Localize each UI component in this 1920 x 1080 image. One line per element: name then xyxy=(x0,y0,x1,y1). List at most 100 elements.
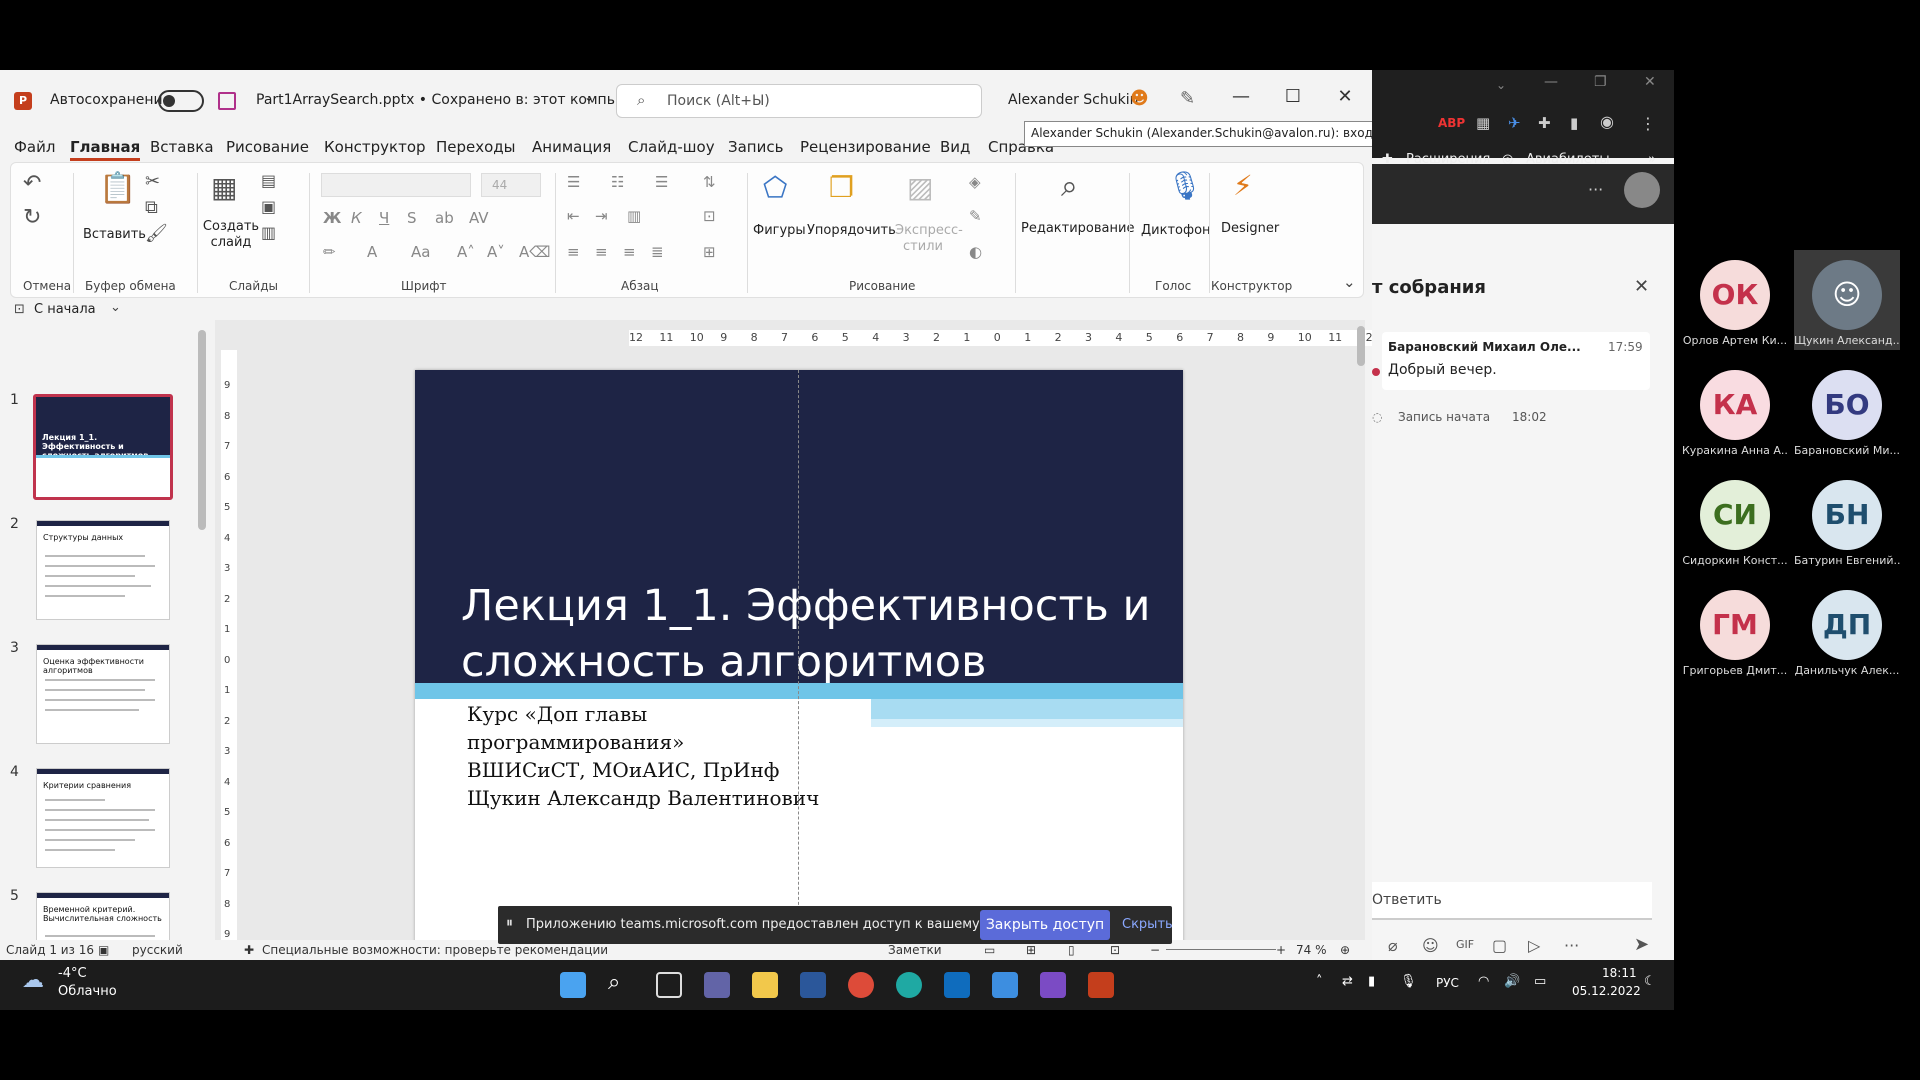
notepad-icon[interactable] xyxy=(992,972,1018,998)
new-slide-button[interactable]: Создать слайд xyxy=(201,219,261,251)
menu-animations[interactable]: Анимация xyxy=(532,138,611,156)
minimize-icon[interactable]: — xyxy=(1544,74,1558,90)
bold-icon[interactable]: Ж xyxy=(323,209,341,227)
section-icon[interactable]: ▥ xyxy=(261,223,276,242)
shadow-icon[interactable]: S xyxy=(407,209,417,227)
clock-time[interactable]: 18:11 xyxy=(1602,966,1637,980)
weather-desc[interactable]: Облачно xyxy=(58,984,117,999)
increase-indent-icon[interactable]: ⇥ xyxy=(595,207,608,225)
font-family-select[interactable] xyxy=(321,173,471,197)
editing-button[interactable]: Редактирование xyxy=(1021,221,1134,236)
shape-fill-icon[interactable]: ◈ xyxy=(969,173,981,191)
italic-icon[interactable]: К xyxy=(351,209,362,227)
close-icon[interactable]: ✕ xyxy=(1330,86,1360,114)
gif-icon[interactable]: GIF xyxy=(1456,938,1474,951)
zoom-slider[interactable] xyxy=(1166,949,1276,950)
layout-icon[interactable]: ▤ xyxy=(261,171,276,190)
tab-dropdown-icon[interactable]: ⌄ xyxy=(1496,78,1506,92)
dictate-button[interactable]: Диктофон xyxy=(1141,223,1211,238)
minimize-icon[interactable]: — xyxy=(1226,86,1256,114)
designer-button[interactable]: Designer xyxy=(1221,221,1279,236)
align-right-icon[interactable]: ≡ xyxy=(623,243,636,261)
thumbnail-slide-4[interactable]: Критерии сравнения xyxy=(36,768,170,868)
quick-styles-button[interactable]: Экспресс-стили xyxy=(895,223,963,255)
extension-icon[interactable]: ▦ xyxy=(1476,114,1490,132)
align-center-icon[interactable]: ≡ xyxy=(595,243,608,261)
accessibility-icon[interactable]: ✚ xyxy=(244,943,254,957)
participant-tile[interactable]: КА Куракина Анна А... xyxy=(1682,360,1788,460)
volume-icon[interactable]: 🔊 xyxy=(1504,974,1520,989)
thumbnails-scrollbar[interactable] xyxy=(198,330,206,530)
shape-outline-icon[interactable]: ✎ xyxy=(969,207,982,225)
participant-tile[interactable]: БО Барановский Ми... xyxy=(1794,360,1900,460)
zoom-in-icon[interactable]: + xyxy=(1276,943,1286,957)
thumbnail-slide-3[interactable]: Оценка эффективности алгоритмов xyxy=(36,644,170,744)
reply-input[interactable]: Ответить xyxy=(1372,882,1652,920)
search-icon[interactable]: ⌕ xyxy=(608,970,620,995)
spellcheck-icon[interactable]: ▣ xyxy=(98,943,109,957)
columns-icon[interactable]: ▥ xyxy=(627,207,641,225)
user-name[interactable]: Alexander Schukin xyxy=(1008,92,1138,108)
menu-file[interactable]: Файл xyxy=(14,138,55,156)
clock-date[interactable]: 05.12.2022 xyxy=(1572,984,1641,998)
align-text-icon[interactable]: ⊡ xyxy=(703,207,716,225)
quick-styles-icon[interactable]: ▨ xyxy=(907,171,933,204)
menu-design[interactable]: Конструктор xyxy=(324,138,426,156)
search-box[interactable]: ⌕ Поиск (Alt+Ы) xyxy=(616,84,982,118)
teams-chat-icon[interactable] xyxy=(704,972,730,998)
battery-icon[interactable]: ▭ xyxy=(1534,974,1546,989)
zoom-out-icon[interactable]: − xyxy=(1150,943,1160,957)
menu-home[interactable]: Главная xyxy=(70,138,141,161)
decrease-indent-icon[interactable]: ⇤ xyxy=(567,207,580,225)
edge-icon[interactable] xyxy=(896,972,922,998)
strikethrough-icon[interactable]: ab xyxy=(435,209,454,227)
participant-tile[interactable]: ☺ Щукин Александ... xyxy=(1794,250,1900,350)
arrange-icon[interactable]: ❐ xyxy=(829,171,854,204)
slide-title[interactable]: Лекция 1_1. Эффективность и сложность ал… xyxy=(461,578,1161,690)
attach-icon[interactable]: ⌀ xyxy=(1388,936,1398,955)
thumbnail-slide-2[interactable]: Структуры данных xyxy=(36,520,170,620)
thumbnail-slide-1[interactable]: Лекция 1_1. Эффективность и сложность ал… xyxy=(33,394,173,500)
pen-icon[interactable]: ✎ xyxy=(1180,88,1195,109)
menu-review[interactable]: Рецензирование xyxy=(800,138,931,156)
menu-view[interactable]: Вид xyxy=(940,138,970,156)
designer-icon[interactable]: ⚡ xyxy=(1233,169,1253,202)
emoji-icon[interactable]: ☺ xyxy=(1422,936,1439,955)
input-language[interactable]: РУС xyxy=(1436,976,1459,990)
shapes-button[interactable]: Фигуры xyxy=(753,223,806,238)
participant-tile[interactable]: СИ Сидоркин Конст... xyxy=(1682,470,1788,570)
paste-button[interactable]: Вставить xyxy=(83,227,146,242)
chrome-icon[interactable] xyxy=(848,972,874,998)
change-case-icon[interactable]: Aa xyxy=(411,243,430,261)
mail-icon[interactable] xyxy=(944,972,970,998)
arrange-button[interactable]: Упорядочить xyxy=(807,223,896,238)
weather-icon[interactable]: ☁ xyxy=(22,968,44,993)
sticker-icon[interactable]: ▢ xyxy=(1492,936,1507,955)
paste-icon[interactable]: 📋 xyxy=(99,171,136,206)
slide-subtitle[interactable]: Курс «Доп главы программирования» ВШИСиС… xyxy=(467,700,927,812)
format-painter-icon[interactable]: 🖌 xyxy=(145,223,168,244)
reset-icon[interactable]: ▣ xyxy=(261,197,276,216)
menu-insert[interactable]: Вставка xyxy=(150,138,214,156)
maximize-icon[interactable]: ☐ xyxy=(1278,86,1308,114)
highlight-icon[interactable]: ✏ xyxy=(323,243,336,261)
cut-icon[interactable]: ✂ xyxy=(145,171,160,192)
puzzle-icon[interactable]: ✚ xyxy=(1538,114,1551,132)
find-icon[interactable]: ⌕ xyxy=(1061,169,1078,204)
restore-icon[interactable]: ❐ xyxy=(1594,74,1607,90)
menu-draw[interactable]: Рисование xyxy=(226,138,309,156)
justify-icon[interactable]: ≣ xyxy=(651,243,664,261)
menu-record[interactable]: Запись xyxy=(728,138,783,156)
sidebar-icon[interactable]: ▮ xyxy=(1570,114,1578,132)
profile-icon[interactable]: ◉ xyxy=(1600,112,1614,131)
network-icon[interactable]: ⇄ xyxy=(1342,974,1353,989)
extension-icon[interactable]: ✈ xyxy=(1508,114,1521,132)
fit-slide-icon[interactable]: ⊕ xyxy=(1340,943,1350,957)
numbering-icon[interactable]: ☷ xyxy=(611,173,624,191)
shrink-font-icon[interactable]: A˅ xyxy=(487,243,505,261)
accessibility-status[interactable]: Специальные возможности: проверьте реком… xyxy=(262,943,608,957)
reading-view-icon[interactable]: ▯ xyxy=(1068,943,1075,957)
stop-sharing-button[interactable]: Закрыть доступ xyxy=(980,910,1110,940)
line-spacing-icon[interactable]: ☰ xyxy=(655,173,668,191)
font-size-select[interactable]: 44 xyxy=(481,173,541,197)
